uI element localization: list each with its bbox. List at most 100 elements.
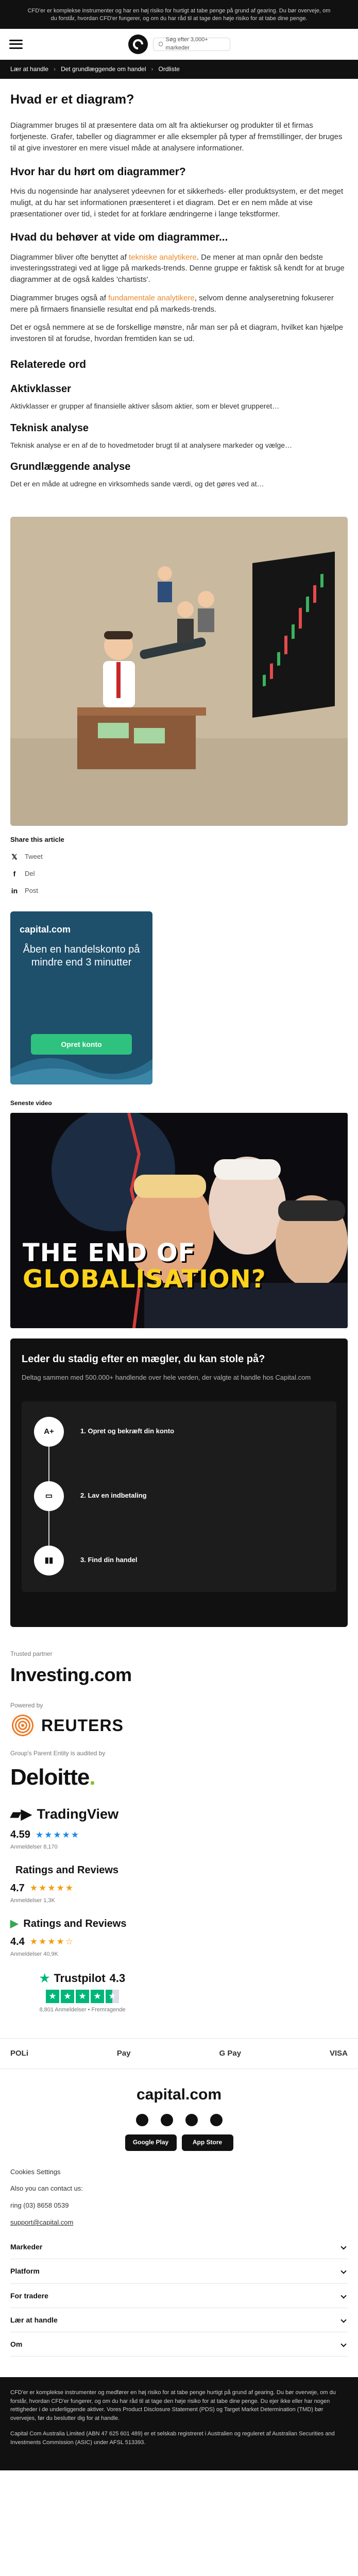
share-facebook[interactable]: f Del [10, 869, 348, 879]
accordion-platform[interactable]: Platform [10, 2259, 348, 2284]
phone-link[interactable]: ring (03) 8658 0539 [10, 2201, 348, 2211]
paragraph-need-1: Diagrammer bliver ofte benyttet af tekni… [10, 252, 348, 285]
step-find-trade: ▮▮ 3. Find din handel [34, 1545, 138, 1575]
breadcrumb-item-basics[interactable]: Det grundlæggende om handel [61, 65, 146, 74]
trader-chart-illustration [10, 517, 348, 826]
visa-logo: VISA [329, 2048, 348, 2058]
video-thumbnail[interactable]: THE END OF GLOBALISATION? [10, 1113, 348, 1329]
rating-reviews: Anmeldelser 40,9K [10, 1951, 58, 1958]
article-intro: Diagrammer bruges til at præsentere data… [10, 121, 343, 152]
chevron-right-icon: › [151, 65, 154, 73]
step-label: 1. Opret og bekræft din konto [80, 1427, 175, 1435]
search-input[interactable]: Søg efter 3,000+ markeder [152, 36, 230, 51]
chevron-down-icon [340, 2341, 347, 2347]
capital-logo-icon[interactable] [128, 34, 148, 54]
rating-line: 4.4 ★★★★☆ [10, 1935, 348, 1950]
related-item-title[interactable]: Grundlæggende analyse [10, 460, 348, 474]
deloitte-name: Deloitte [10, 1765, 90, 1790]
paragraph-heard: Hvis du nogensinde har analyseret ydeevn… [10, 187, 344, 218]
rating-value: 4.59 [10, 1829, 30, 1841]
broker-steps-section: Leder du stadig efter en mægler, du kan … [10, 1338, 348, 1628]
legal-text-2: Capital Com Australia Limited (ABN 47 62… [10, 2431, 335, 2446]
search-placeholder: Søg efter 3,000+ markeder [165, 36, 208, 51]
trustpilot-reviews: 8,801 Anmeldelser • Fremragende [39, 2007, 126, 2013]
poli-logo: POLi [10, 2048, 29, 2058]
accordion-learn[interactable]: Lær at handle [10, 2308, 348, 2333]
social-links [10, 2114, 348, 2127]
email-link[interactable]: support@capital.com [10, 2218, 348, 2228]
video-caption: THE END OF GLOBALISATION? [23, 1240, 266, 1292]
rating-reviews: Anmeldelser 1,3K [10, 1897, 55, 1904]
header-center: Søg efter 3,000+ markeder [128, 34, 230, 54]
google-rating-name: Ratings and Reviews [23, 1918, 127, 1930]
accordion-traders[interactable]: For tradere [10, 2284, 348, 2308]
accordion-label: For tradere [10, 2291, 48, 2300]
rating-stars-icon: ★★★★★ [35, 1829, 80, 1840]
share-label: Tweet [25, 853, 43, 861]
x-icon[interactable] [210, 2114, 223, 2127]
related-item[interactable]: Teknisk analyse Teknisk analyse er en af… [10, 421, 348, 450]
accordion-markets[interactable]: Markeder [10, 2235, 348, 2260]
investing-logo: Investing.com [10, 1664, 132, 1686]
apple-pay-logo: Pay [117, 2048, 131, 2059]
linkedin-icon: in [11, 887, 18, 895]
risk-disclaimer-banner: CFD'er er komplekse instrumenter og har … [0, 0, 358, 29]
menu-icon[interactable] [9, 39, 23, 49]
share-label: Del [25, 869, 35, 877]
related-item-text: Teknisk analyse er en af de to hovedmeto… [10, 440, 293, 449]
related-item-title[interactable]: Aktivklasser [10, 382, 348, 397]
instagram-icon[interactable] [160, 2114, 173, 2127]
footer-logo[interactable]: capital.com [10, 2083, 348, 2106]
related-words-title: Relaterede ord [10, 358, 87, 370]
rating-reviews: Anmeldelser 8,170 [10, 1844, 58, 1851]
accordion-about[interactable]: Om [10, 2332, 348, 2357]
risk-disclaimer-text: CFD'er er komplekse instrumenter og har … [27, 8, 331, 22]
deloitte-logo: Deloitte. [10, 1765, 96, 1790]
apple-rating-head: Ratings and Reviews [10, 1863, 348, 1878]
trustpilot-star-icon: ★ [39, 1972, 50, 1985]
text: Diagrammer bruges også af [10, 293, 106, 302]
trust-section: Trusted partner Investing.com Powered by… [0, 1627, 358, 2030]
share-section: Share this article 𝕏 Tweet f Del in Post [0, 826, 358, 905]
related-item[interactable]: Grundlæggende analyse Det er en måde at … [10, 460, 348, 489]
video-caption-line1: THE END OF [23, 1239, 196, 1268]
text: Diagrammer bliver ofte benyttet af [10, 252, 127, 262]
youtube-icon[interactable] [185, 2114, 198, 2127]
google-play-button[interactable]: Google Play [125, 2134, 177, 2151]
apple-rating: Ratings and Reviews 4.7 ★★★★★ Anmeldelse… [10, 1863, 348, 1905]
facebook-icon[interactable] [135, 2114, 148, 2127]
breadcrumb-item-learn[interactable]: Lær at handle [10, 65, 48, 74]
promo-waves-decoration [10, 1058, 152, 1084]
trustpilot-stars-icon: ★ ★ ★ ★ ★ [10, 1990, 155, 2004]
apple-rating-name: Ratings and Reviews [15, 1865, 119, 1876]
video-caption-line2: GLOBALISATION? [23, 1264, 266, 1294]
facebook-icon: f [13, 870, 16, 878]
link-fundamental-analysts[interactable]: fundamentale analytikere [108, 294, 195, 302]
latest-video-label: Seneste video [10, 1099, 52, 1107]
chevron-right-icon: › [54, 65, 56, 73]
google-rating-head: ▶ Ratings and Reviews [10, 1917, 348, 1931]
related-item-text: Aktivklasser er grupper af finansielle a… [10, 402, 280, 411]
card-icon: ▭ [34, 1481, 64, 1511]
heading-need-to-know: Hvad du behøver at vide om diagrammer... [10, 231, 228, 244]
share-label: Post [25, 886, 39, 894]
share-linkedin[interactable]: in Post [10, 886, 348, 896]
rating-value: 4.7 [10, 1883, 25, 1894]
footer-accordion: Markeder Platform For tradere Lær at han… [0, 2235, 358, 2357]
steps-panel: A+ 1. Opret og bekræft din konto ▭ 2. La… [22, 1401, 336, 1592]
step-open-account: A+ 1. Opret og bekræft din konto [34, 1416, 175, 1447]
reuters-dot-icon [10, 1713, 35, 1738]
rating-line: 4.59 ★★★★★ [10, 1827, 348, 1842]
related-item[interactable]: Aktivklasser Aktivklasser er grupper af … [10, 382, 348, 411]
related-item-title[interactable]: Teknisk analyse [10, 421, 348, 436]
rating-line: 4.7 ★★★★★ [10, 1881, 348, 1896]
app-store-button[interactable]: App Store [181, 2134, 233, 2151]
chart-icon: ▮▮ [34, 1545, 64, 1575]
share-twitter[interactable]: 𝕏 Tweet [10, 852, 348, 862]
link-technical-analysts[interactable]: tekniske analytikere [129, 253, 197, 262]
chevron-down-icon [340, 2293, 347, 2299]
step-label: 2. Lav en indbetaling [80, 1492, 147, 1500]
trustpilot-rating: ★ Trustpilot 4.3 ★ ★ ★ ★ ★ 8,801 Anmeldelser… [10, 1970, 155, 2014]
paragraph-need-3: Det er også nemmere at se de forskellige… [10, 323, 344, 344]
cookies-settings-link[interactable]: Cookies Settings [10, 2167, 348, 2177]
